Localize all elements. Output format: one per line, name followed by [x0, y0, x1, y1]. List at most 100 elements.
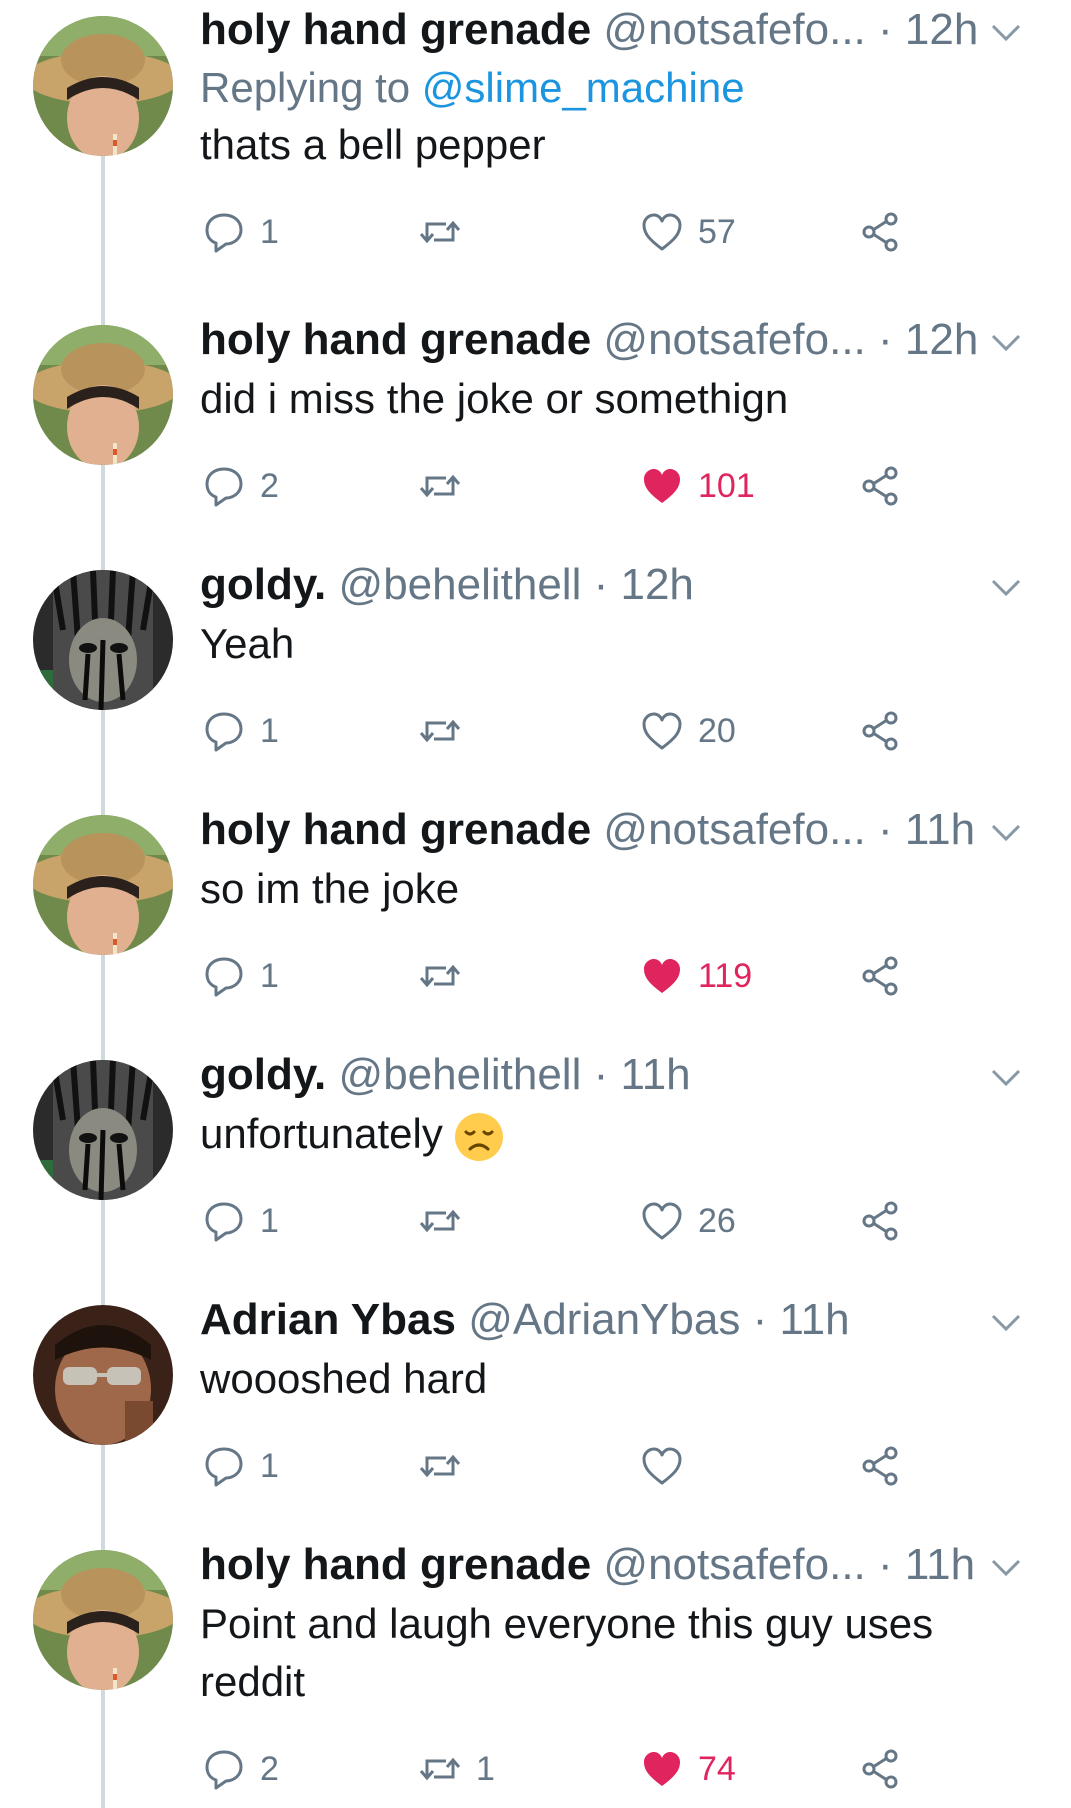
tweet[interactable]: goldy. @behelithell · 11h unfortunately …: [0, 1040, 1071, 1295]
separator-dot: ·: [878, 1540, 893, 1589]
tweet-header: Adrian Ybas @AdrianYbas · 11h: [200, 1290, 1031, 1350]
like-count: 101: [698, 466, 755, 505]
thread-line: [101, 1435, 105, 1540]
reply-button[interactable]: 1: [202, 1436, 279, 1496]
avatar[interactable]: [33, 1550, 173, 1690]
user-handle[interactable]: @AdrianYbas: [468, 1295, 740, 1344]
user-handle[interactable]: @notsafefo...: [603, 805, 865, 854]
user-handle[interactable]: @behelithell: [339, 560, 582, 609]
retweet-button[interactable]: 1: [418, 1739, 495, 1799]
display-name[interactable]: goldy.: [200, 560, 326, 609]
retweet-button[interactable]: [418, 1191, 476, 1251]
avatar[interactable]: [33, 1060, 173, 1200]
tweet[interactable]: goldy. @behelithell · 12h Yeah 1 20: [0, 550, 1071, 805]
like-button[interactable]: 119: [640, 946, 752, 1006]
display-name[interactable]: holy hand grenade: [200, 1540, 591, 1589]
tweet[interactable]: holy hand grenade @notsafefo... · 11h so…: [0, 795, 1071, 1050]
manga-avatar: [33, 1060, 173, 1200]
share-button[interactable]: [860, 701, 904, 761]
avatar[interactable]: [33, 16, 173, 156]
tweet-actions: 2 101: [200, 456, 1031, 516]
avatar[interactable]: [33, 815, 173, 955]
separator-dot: ·: [878, 805, 893, 854]
reply-button[interactable]: 2: [202, 1739, 279, 1799]
reply-button[interactable]: 1: [202, 701, 279, 761]
separator-dot: ·: [593, 560, 609, 609]
reply-button[interactable]: 1: [202, 1191, 279, 1251]
tweet-text: unfortunately: [200, 1105, 1031, 1163]
share-button[interactable]: [860, 456, 904, 516]
reply-button[interactable]: 1: [202, 946, 279, 1006]
retweet-icon: [419, 719, 461, 743]
timestamp[interactable]: 12h: [905, 315, 978, 364]
tweet[interactable]: Adrian Ybas @AdrianYbas · 11h woooshed h…: [0, 1285, 1071, 1540]
tweet[interactable]: holy hand grenade @notsafefo... · 12h di…: [0, 305, 1071, 560]
display-name[interactable]: holy hand grenade: [200, 315, 591, 364]
like-button[interactable]: [640, 1436, 698, 1496]
retweet-icon: [419, 220, 461, 244]
tweet-header: goldy. @behelithell · 11h: [200, 1045, 1031, 1105]
like-button[interactable]: 57: [640, 202, 736, 262]
user-handle[interactable]: @notsafefo...: [603, 315, 865, 364]
timestamp[interactable]: 11h: [779, 1295, 849, 1344]
chevron-down-icon[interactable]: [989, 1543, 1023, 1583]
retweet-count: 1: [476, 1749, 495, 1788]
reply-button[interactable]: 1: [202, 202, 279, 262]
display-name[interactable]: Adrian Ybas: [200, 1295, 456, 1344]
tweet-text-content: unfortunately: [200, 1110, 443, 1157]
chevron-down-icon[interactable]: [989, 563, 1023, 603]
share-button[interactable]: [860, 1191, 904, 1251]
share-button[interactable]: [860, 202, 904, 262]
timestamp[interactable]: 11h: [905, 1540, 975, 1589]
thread-line: [101, 145, 105, 315]
tweet-header: holy hand grenade @notsafefo... · 12h: [200, 0, 1031, 60]
user-handle[interactable]: @behelithell: [339, 1050, 582, 1099]
thread-line: [101, 700, 105, 805]
chevron-down-icon[interactable]: [989, 1053, 1023, 1093]
tweet[interactable]: holy hand grenade @notsafefo... · 12h Re…: [0, 0, 1071, 315]
thread-line: [101, 455, 105, 560]
tweet-actions: 1: [200, 1436, 1031, 1496]
like-count: 26: [698, 1201, 736, 1240]
like-button[interactable]: 101: [640, 456, 755, 516]
chevron-down-icon[interactable]: [989, 1298, 1023, 1338]
reply-icon: [205, 1750, 243, 1790]
heart-outline-icon: [642, 213, 682, 251]
share-button[interactable]: [860, 946, 904, 1006]
reply-count: 1: [260, 1201, 279, 1240]
like-button[interactable]: 26: [640, 1191, 736, 1251]
like-button[interactable]: 20: [640, 701, 736, 761]
timestamp[interactable]: 12h: [620, 560, 693, 609]
chevron-down-icon[interactable]: [989, 808, 1023, 848]
reply-button[interactable]: 2: [202, 456, 279, 516]
display-name[interactable]: holy hand grenade: [200, 805, 591, 854]
retweet-icon: [419, 1454, 461, 1478]
heart-filled-icon: [644, 469, 680, 503]
like-count: 119: [698, 956, 753, 995]
timestamp[interactable]: 11h: [620, 1050, 690, 1099]
user-handle[interactable]: @notsafefo...: [603, 5, 865, 54]
heart-outline-icon: [642, 1202, 682, 1240]
user-handle[interactable]: @notsafefo...: [603, 1540, 865, 1589]
like-button[interactable]: 74: [640, 1739, 736, 1799]
retweet-button[interactable]: [418, 701, 476, 761]
chevron-down-icon[interactable]: [989, 8, 1023, 48]
replying-to-mention[interactable]: @slime_machine: [422, 64, 745, 111]
chevron-down-icon[interactable]: [989, 318, 1023, 358]
display-name[interactable]: goldy.: [200, 1050, 326, 1099]
avatar[interactable]: [33, 570, 173, 710]
share-button[interactable]: [860, 1436, 904, 1496]
tweet-body: holy hand grenade @notsafefo... · 12h Re…: [200, 0, 1031, 262]
avatar[interactable]: [33, 325, 173, 465]
tweet[interactable]: holy hand grenade @notsafefo... · 11h Po…: [0, 1530, 1071, 1808]
retweet-button[interactable]: [418, 946, 476, 1006]
timestamp[interactable]: 11h: [905, 805, 975, 854]
share-icon: [862, 1201, 898, 1241]
retweet-button[interactable]: [418, 202, 476, 262]
avatar[interactable]: [33, 1305, 173, 1445]
timestamp[interactable]: 12h: [905, 5, 978, 54]
retweet-button[interactable]: [418, 1436, 476, 1496]
retweet-button[interactable]: [418, 456, 476, 516]
display-name[interactable]: holy hand grenade: [200, 5, 591, 54]
share-button[interactable]: [860, 1739, 904, 1799]
